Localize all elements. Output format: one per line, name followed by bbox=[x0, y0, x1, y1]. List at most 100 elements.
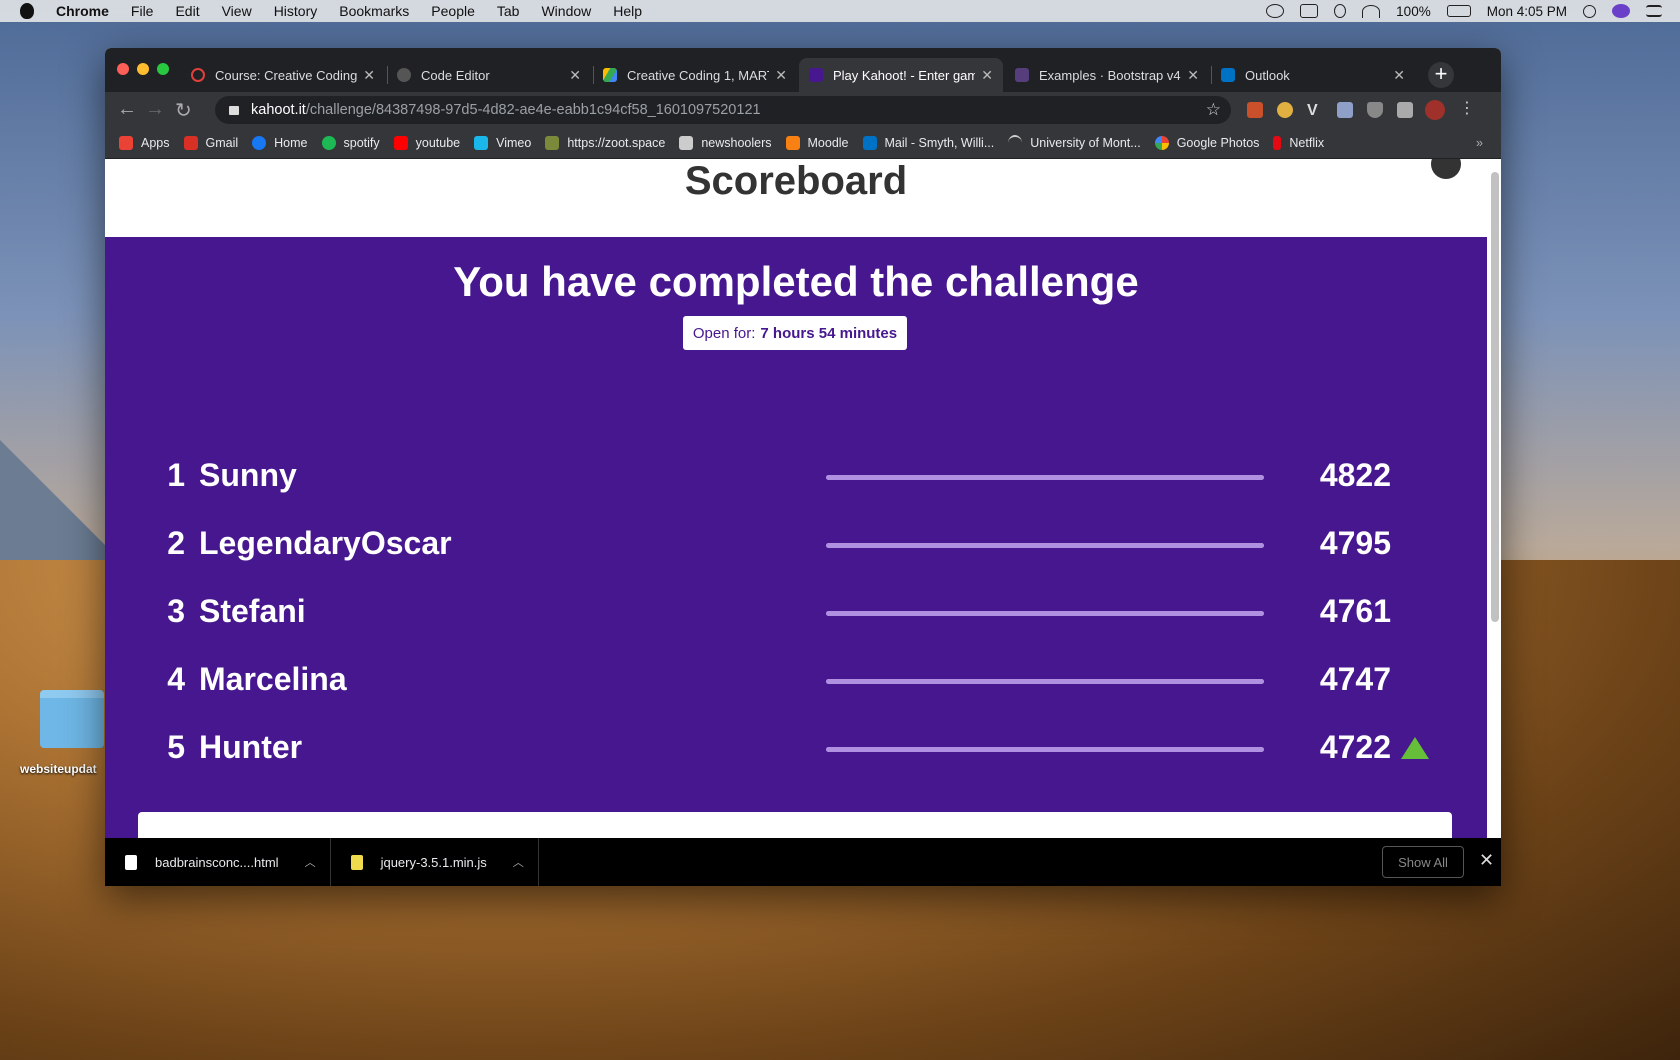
close-tab-icon[interactable]: ✕ bbox=[363, 67, 375, 84]
new-tab-button[interactable]: + bbox=[1428, 62, 1454, 88]
menu-window[interactable]: Window bbox=[541, 3, 591, 19]
tab-bootstrap-examples[interactable]: Examples · Bootstrap v4 ✕ bbox=[1005, 58, 1209, 92]
tab-code-editor[interactable]: Code Editor ✕ bbox=[387, 58, 591, 92]
tab-title: Code Editor bbox=[421, 67, 490, 83]
bookmark-moodle[interactable]: Moodle bbox=[785, 136, 849, 150]
code-editor-icon bbox=[397, 68, 411, 82]
siri-icon[interactable] bbox=[1612, 4, 1630, 18]
close-tab-icon[interactable]: ✕ bbox=[1187, 67, 1199, 84]
download-item[interactable]: jquery-3.5.1.min.js ︿ bbox=[331, 838, 539, 886]
player-score: 4795 bbox=[1319, 525, 1391, 561]
battery-percent: 100% bbox=[1396, 3, 1431, 19]
tab-outlook[interactable]: Outlook ✕ bbox=[1211, 58, 1415, 92]
zoom-window-button[interactable] bbox=[157, 63, 169, 75]
menubar-clock[interactable]: Mon 4:05 PM bbox=[1487, 4, 1567, 19]
menu-edit[interactable]: Edit bbox=[175, 3, 199, 19]
address-bar[interactable]: kahoot.it /challenge/84387498-97d5-4d82-… bbox=[215, 96, 1231, 124]
profile-avatar[interactable] bbox=[1425, 100, 1445, 120]
extension-wizard-icon[interactable] bbox=[1277, 102, 1293, 118]
more-menu-icon[interactable]: ⋮ bbox=[1459, 98, 1475, 117]
wallpaper-mountain bbox=[0, 440, 120, 560]
bookmark-spotify[interactable]: spotify bbox=[321, 136, 380, 150]
tab-course-creative-coding[interactable]: Course: Creative Coding ✕ bbox=[181, 58, 385, 92]
bookmark-university[interactable]: University of Mont... bbox=[1008, 135, 1141, 151]
player-name: Sunny bbox=[199, 457, 297, 493]
back-icon[interactable]: ← bbox=[117, 98, 137, 121]
chevron-up-icon[interactable]: ︿ bbox=[513, 854, 524, 870]
desktop-folder-icon[interactable] bbox=[40, 690, 104, 748]
lock-icon[interactable] bbox=[229, 105, 239, 115]
vimeo-icon bbox=[474, 136, 489, 150]
bookmarks-overflow-icon[interactable]: » bbox=[1476, 136, 1483, 150]
reload-icon[interactable]: ↻ bbox=[175, 98, 192, 123]
menu-tab[interactable]: Tab bbox=[497, 3, 520, 19]
bookmark-star-icon[interactable]: ☆ bbox=[1206, 100, 1221, 120]
tab-play-kahoot[interactable]: Play Kahoot! - Enter gam ✕ bbox=[799, 58, 1003, 92]
bookmark-mail[interactable]: Mail - Smyth, Willi... bbox=[862, 136, 994, 150]
extension-bookmark-icon[interactable] bbox=[1247, 102, 1263, 118]
app-menu[interactable]: Chrome bbox=[56, 3, 109, 19]
bookmark-label: Home bbox=[274, 136, 308, 150]
bookmark-vimeo[interactable]: Vimeo bbox=[474, 136, 531, 150]
bookmark-label: https://zoot.space bbox=[567, 136, 666, 150]
apple-icon[interactable] bbox=[20, 3, 34, 19]
desktop-folder-label[interactable]: websiteupdat bbox=[20, 762, 97, 776]
creative-cloud-icon[interactable] bbox=[1266, 4, 1285, 18]
outlook-icon bbox=[1221, 68, 1235, 82]
menu-people[interactable]: People bbox=[431, 3, 475, 19]
bluetooth-icon[interactable] bbox=[1334, 4, 1347, 18]
player-rank: 2 bbox=[167, 525, 185, 561]
airplay-icon[interactable] bbox=[1300, 4, 1319, 18]
close-shelf-icon[interactable]: ✕ bbox=[1479, 850, 1494, 871]
apps-grid-icon bbox=[119, 136, 133, 150]
file-icon bbox=[125, 854, 137, 870]
power-icon bbox=[191, 68, 205, 82]
player-rank: 4 bbox=[167, 661, 185, 697]
bookmark-zoot[interactable]: https://zoot.space bbox=[545, 136, 665, 150]
chevron-up-icon[interactable]: ︿ bbox=[305, 854, 316, 870]
minimize-window-button[interactable] bbox=[137, 63, 149, 75]
gmail-icon bbox=[183, 136, 198, 150]
menu-bookmarks[interactable]: Bookmarks bbox=[339, 3, 409, 19]
show-all-button[interactable]: Show All bbox=[1382, 846, 1464, 878]
menu-file[interactable]: File bbox=[131, 3, 154, 19]
battery-icon[interactable] bbox=[1446, 5, 1471, 17]
forward-icon[interactable]: → bbox=[145, 98, 165, 121]
spotlight-search-icon[interactable] bbox=[1583, 4, 1596, 18]
wifi-icon[interactable] bbox=[1362, 4, 1381, 18]
facebook-icon bbox=[252, 136, 267, 150]
menu-help[interactable]: Help bbox=[613, 3, 642, 19]
extension-v-icon[interactable]: V bbox=[1307, 102, 1323, 119]
bookmark-label: youtube bbox=[415, 136, 461, 150]
menu-history[interactable]: History bbox=[274, 3, 318, 19]
bookmark-google-photos[interactable]: Google Photos bbox=[1154, 136, 1260, 150]
extension-shield-icon[interactable] bbox=[1367, 102, 1383, 118]
menu-view[interactable]: View bbox=[222, 3, 252, 19]
bookmark-label: Google Photos bbox=[1176, 136, 1260, 150]
page-scrollbar[interactable] bbox=[1491, 172, 1499, 622]
close-tab-icon[interactable]: ✕ bbox=[569, 67, 581, 84]
bookmark-apps[interactable]: Apps bbox=[119, 136, 170, 150]
close-window-button[interactable] bbox=[117, 63, 129, 75]
bookmark-netflix[interactable]: Netflix bbox=[1273, 136, 1324, 150]
completion-headline: You have completed the challenge bbox=[453, 258, 1139, 305]
extensions-puzzle-icon[interactable] bbox=[1397, 102, 1413, 118]
extension-color-icon[interactable] bbox=[1337, 102, 1353, 118]
moodle-icon bbox=[785, 136, 800, 150]
bookmark-label: newshoolers bbox=[701, 136, 772, 150]
bookmark-gmail[interactable]: Gmail bbox=[183, 136, 238, 150]
score-bar-fill bbox=[826, 679, 1264, 684]
bookmark-label: Netflix bbox=[1289, 136, 1325, 150]
close-tab-icon[interactable]: ✕ bbox=[981, 67, 993, 84]
bookmark-home[interactable]: Home bbox=[252, 136, 308, 150]
close-tab-icon[interactable]: ✕ bbox=[775, 67, 787, 84]
bookmark-youtube[interactable]: youtube bbox=[393, 136, 461, 150]
download-item[interactable]: badbrainsconc....html ︿ bbox=[105, 838, 331, 886]
close-tab-icon[interactable]: ✕ bbox=[1393, 67, 1405, 84]
bookmark-newshoolers[interactable]: newshoolers bbox=[679, 136, 772, 150]
open-for-value: 7 hours 54 minutes bbox=[760, 324, 898, 342]
leaderboard-row: 4 Marcelina 4747 bbox=[105, 655, 1487, 711]
notification-center-icon[interactable] bbox=[1646, 5, 1662, 17]
macos-menubar: Chrome File Edit View History Bookmarks … bbox=[0, 0, 1680, 22]
tab-creative-coding-drive[interactable]: Creative Coding 1, MART ✕ bbox=[593, 58, 797, 92]
